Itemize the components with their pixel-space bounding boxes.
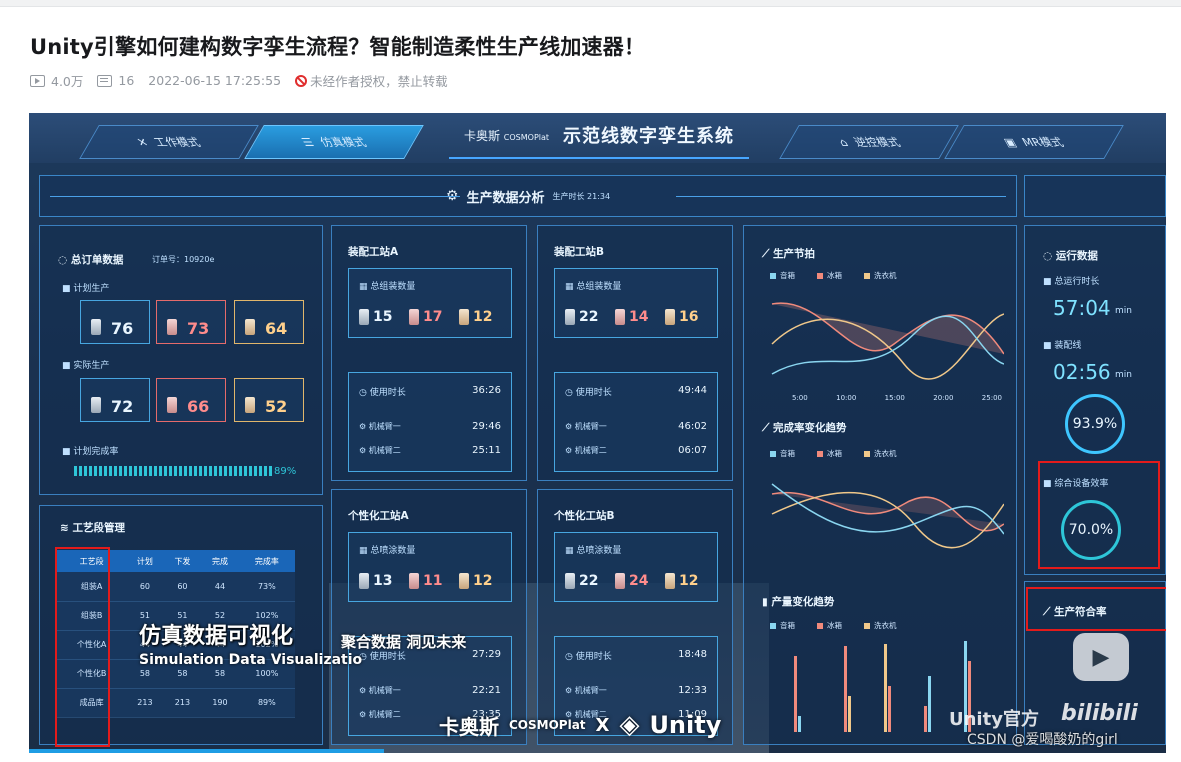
actual-speaker: 72: [80, 378, 150, 422]
station-b-panel: 装配工站B ▦ 总组装数量 22 14 16 ◷ 使用时长 49:44 ⚙ 机械臂…: [537, 225, 733, 481]
watermark-bilibili: bilibili: [1061, 701, 1138, 726]
playback-progress[interactable]: [29, 749, 384, 753]
rate-label: ■ 计划完成率: [62, 447, 119, 457]
partner-logos: 卡奥斯 COSMOPlat X ◈ Unity: [439, 710, 722, 740]
highlight-process-column: [55, 547, 110, 747]
subtitle-cn: 仿真数据可视化: [139, 624, 294, 649]
sliders-icon: ☰: [299, 135, 317, 149]
play-count-icon: [30, 74, 45, 87]
station-a-panel: 装配工站A ▦ 总组装数量 15 17 12 ◷ 使用时长 36:26 ⚙ 机械臂…: [331, 225, 527, 481]
brand-cosmoplat: 卡奥斯 COSMOPlat: [463, 128, 550, 143]
no-repost-icon: [295, 74, 308, 87]
trend-chart-title: ⟋ 完成率变化趋势: [762, 422, 847, 434]
danmaku-icon: [97, 74, 113, 87]
custom-b-panel: 个性化工站B ▦ 总喷涂数量 22 24 12 ◷ 使用时长 18:48 ⚙ 机械…: [537, 489, 733, 745]
subtitle-cn2: 聚合数据 洞见未来: [341, 633, 467, 651]
process-title: ≋ 工艺段管理: [60, 522, 125, 534]
copyright-notice: 未经作者授权，禁止转载: [310, 74, 448, 89]
beat-chart: [771, 302, 1004, 380]
rate-bar: [74, 466, 274, 476]
video-title: Unity引擎如何建构数字孪生流程？智能制造柔性生产线加速器！: [30, 35, 646, 59]
runtime-title: ◌ 运行数据: [1043, 250, 1098, 262]
plan-speaker: 76: [80, 300, 150, 344]
video-player[interactable]: ✕ 工作模式 ☰ 仿真模式 卡奥斯 COSMOPlat 示范线数字孪生系统 ⌂ 逆控模…: [29, 113, 1166, 753]
view-count: 4.0万: [51, 74, 84, 89]
orders-panel: ◌ 总订单数据 订单号：10920e ■ 计划生产 76 73 64 ■ 实际生…: [39, 225, 323, 495]
bilibili-play-icon[interactable]: ▶: [1073, 633, 1129, 681]
actual-label: ■ 实际生产: [62, 361, 110, 371]
publish-datetime: 2022-06-15 17:25:55: [148, 73, 282, 88]
plan-label: ■ 计划生产: [62, 284, 110, 294]
charts-panel: ⟋ 生产节拍 音箱 冰箱 洗衣机 5:00 10:00 15:00 20:00 25:00 …: [743, 225, 1017, 745]
plan-fridge: 73: [156, 300, 226, 344]
csdn-watermark: CSDN @爱喝酸奶的girl: [967, 732, 1118, 748]
highlight-oee: [1038, 461, 1160, 569]
video-meta: 4.0万 16 2022-06-15 17:25:55 未经作者授权，禁止转载: [30, 71, 448, 90]
danmaku-count: 16: [118, 73, 135, 88]
system-title: 卡奥斯 COSMOPlat 示范线数字孪生系统: [449, 113, 749, 159]
plan-washer: 64: [234, 300, 304, 344]
mr-icon: ▣: [1001, 135, 1020, 149]
actual-fridge: 66: [156, 378, 226, 422]
watermark-unity: Unity官方: [949, 709, 1039, 730]
home-icon: ⌂: [835, 135, 851, 149]
tab-mr-mode: ▣ MR模式: [944, 125, 1124, 159]
production-banner: ⚙ 生产数据分析 生产时长 21:34: [39, 175, 1017, 217]
tab-simulation-mode: ☰ 仿真模式: [244, 125, 424, 159]
highlight-conform: [1026, 587, 1166, 631]
banner-right: [1024, 175, 1166, 217]
trend-chart: [771, 483, 1004, 549]
top-nav-strip: [0, 0, 1181, 7]
tab-work-mode: ✕ 工作模式: [79, 125, 259, 159]
dashboard-header: ✕ 工作模式 ☰ 仿真模式 卡奥斯 COSMOPlat 示范线数字孪生系统 ⌂ 逆控模…: [29, 113, 1166, 163]
beat-chart-title: ⟋ 生产节拍: [762, 248, 816, 260]
orders-title: ◌ 总订单数据: [58, 254, 124, 266]
tools-icon: ✕: [134, 135, 152, 149]
subtitle-en: Simulation Data Visualizatio: [139, 652, 363, 668]
custom-a-panel: 个性化工站A ▦ 总喷涂数量 13 11 12 ◷ 使用时长 27:29 ⚙ 机械…: [331, 489, 527, 745]
runtime-gauge: 93.9%: [1065, 394, 1125, 454]
actual-washer: 52: [234, 378, 304, 422]
output-chart-title: ▮ 产量变化趋势: [762, 596, 835, 608]
tab-reverse-control: ⌂ 逆控模式: [779, 125, 959, 159]
unity-logo-icon: ◈: [619, 710, 640, 740]
